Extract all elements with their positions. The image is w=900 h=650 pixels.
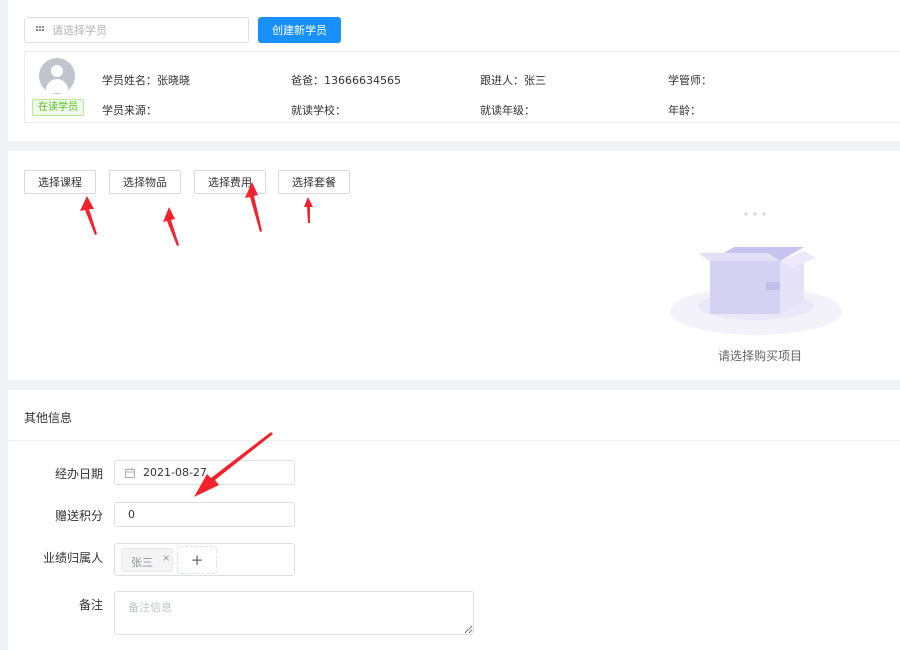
student-name-field: 学员姓名：张晓晓 xyxy=(102,72,190,88)
section-title: 其他信息 xyxy=(24,411,73,425)
close-icon[interactable]: × xyxy=(162,553,170,564)
annotation-arrow-1 xyxy=(80,196,97,235)
select-package-button[interactable]: 选择套餐 xyxy=(278,170,350,194)
school-label: 就读学校： xyxy=(291,104,346,117)
grade-field: 就读年级： xyxy=(480,102,535,118)
student-info-panel: 在读学员 学员姓名：张晓晓 爸爸：13666634565 跟进人：张三 学管师：… xyxy=(24,51,900,123)
grade-label: 就读年级： xyxy=(480,104,535,117)
annotation-arrow-4 xyxy=(304,197,313,223)
owner-tag: 张三 × xyxy=(121,548,173,572)
grid-icon xyxy=(36,26,45,34)
student-name-label: 学员姓名： xyxy=(102,74,157,87)
avatar xyxy=(39,58,75,94)
select-fee-button[interactable]: 选择费用 xyxy=(194,170,266,194)
school-field: 就读学校： xyxy=(291,102,346,118)
points-input[interactable]: 0 xyxy=(114,502,295,527)
empty-state-text: 请选择购买项目 xyxy=(717,349,802,363)
select-goods-button[interactable]: 选择物品 xyxy=(109,170,181,194)
dad-phone-field: 爸爸：13666634565 xyxy=(291,72,401,88)
dad-label: 爸爸： xyxy=(291,74,324,87)
source-field: 学员来源： xyxy=(102,102,157,118)
points-label: 赠送积分 xyxy=(54,509,103,523)
calendar-icon xyxy=(125,468,135,478)
student-card: 创建新学员 在读学员 学员姓名：张晓晓 爸爸：13666634565 跟进人：张… xyxy=(8,0,900,141)
create-student-button[interactable]: 创建新学员 xyxy=(258,17,341,43)
plus-icon: + xyxy=(190,551,204,569)
dad-phone-value: 13666634565 xyxy=(324,74,401,87)
date-label: 经办日期 xyxy=(54,467,103,481)
source-label: 学员来源： xyxy=(102,104,157,117)
age-label: 年龄： xyxy=(668,104,701,117)
select-course-button[interactable]: 选择课程 xyxy=(24,170,96,194)
student-select[interactable] xyxy=(24,17,249,43)
remark-textarea[interactable] xyxy=(114,591,474,635)
manager-label: 学管师： xyxy=(668,74,712,87)
status-badge: 在读学员 xyxy=(32,99,84,116)
date-picker[interactable]: 2021-08-27 xyxy=(114,460,295,485)
student-select-input[interactable] xyxy=(52,22,242,39)
manager-field: 学管师： xyxy=(668,72,712,88)
follower-value: 张三 xyxy=(524,74,546,87)
annotation-arrow-2 xyxy=(163,207,179,246)
purchase-card: 选择课程 选择物品 选择费用 选择套餐 请选择购买项目 xyxy=(8,151,900,380)
empty-box-icon xyxy=(670,212,842,335)
student-name-value: 张晓晓 xyxy=(157,74,190,87)
remark-label: 备注 xyxy=(78,598,103,612)
follower-label: 跟进人： xyxy=(480,74,524,87)
divider xyxy=(8,440,900,441)
owner-select[interactable]: 张三 × + xyxy=(114,543,295,576)
owner-label: 业绩归属人 xyxy=(42,551,103,565)
age-field: 年龄： xyxy=(668,102,701,118)
add-owner-button[interactable]: + xyxy=(177,546,217,574)
date-value: 2021-08-27 xyxy=(143,466,207,479)
points-value: 0 xyxy=(128,508,135,521)
other-info-card: 其他信息 经办日期 2021-08-27 赠送积分 0 业绩归属人 张三 × +… xyxy=(8,390,900,650)
follower-field: 跟进人：张三 xyxy=(480,72,546,88)
owner-tag-label: 张三 xyxy=(131,556,153,569)
